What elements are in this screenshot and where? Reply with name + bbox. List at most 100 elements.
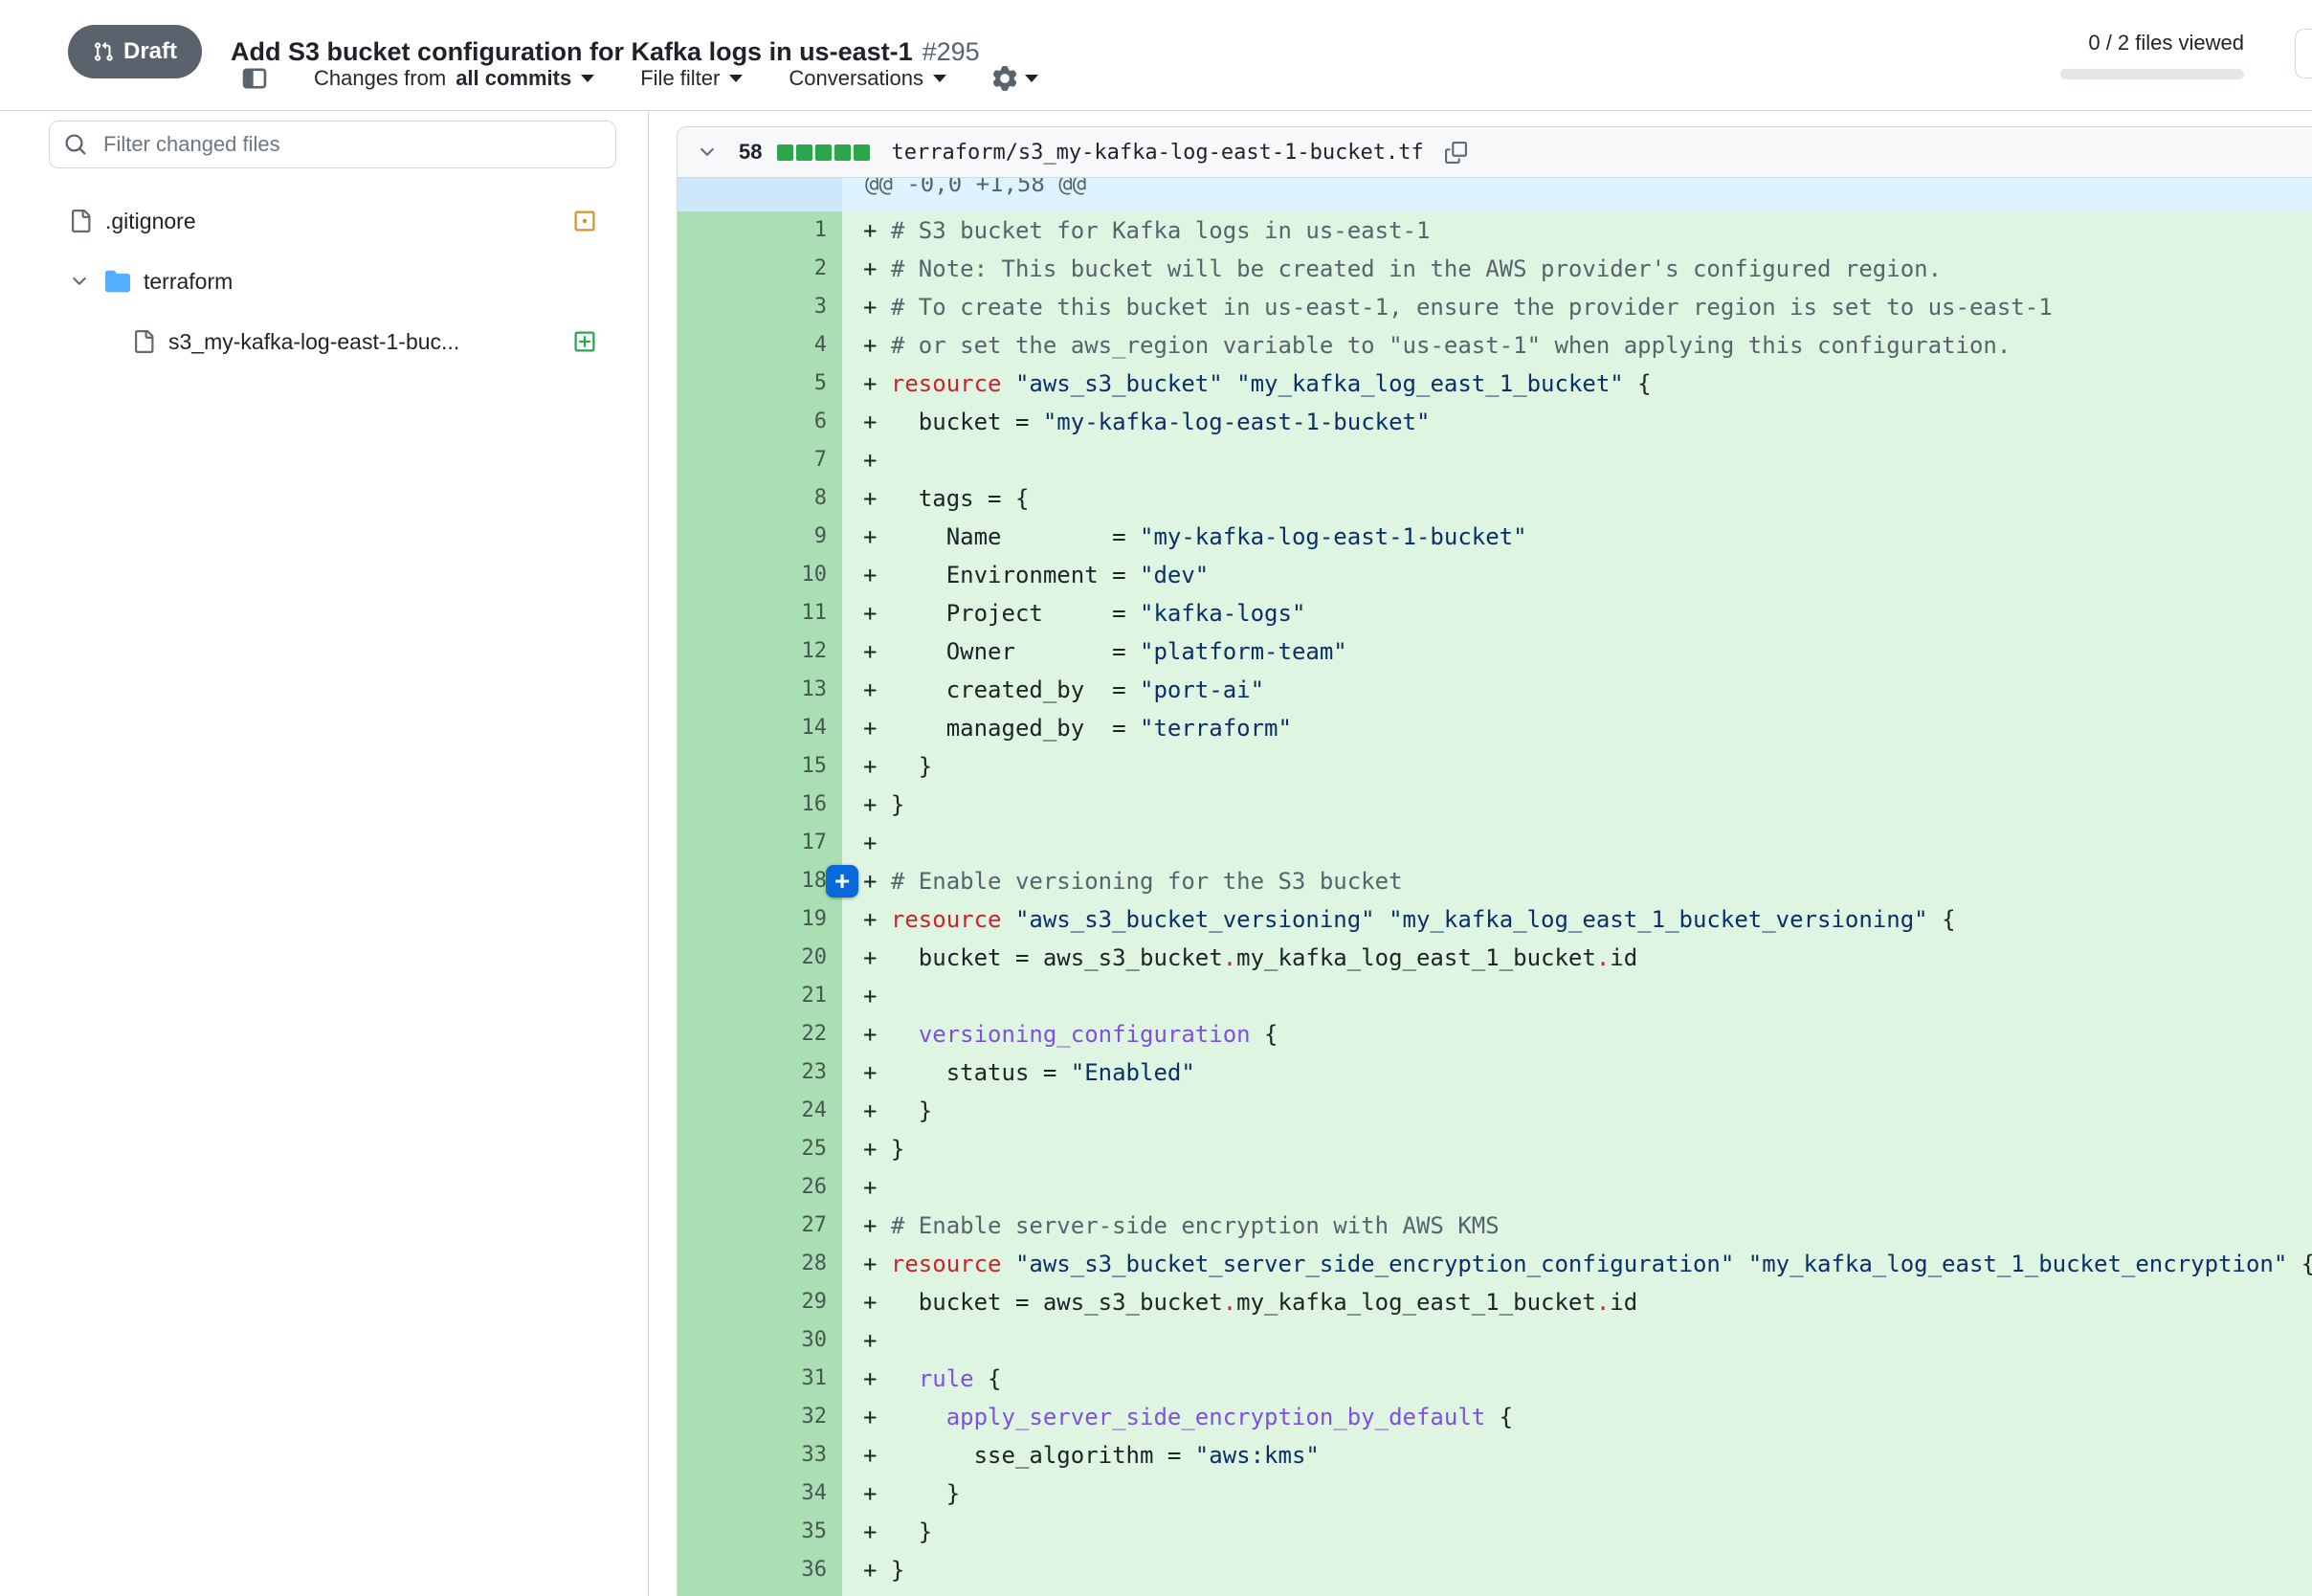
new-line-number[interactable]: 24 (760, 1092, 842, 1130)
review-button-partial[interactable]: F (2295, 29, 2312, 78)
new-line-number[interactable]: 4 (760, 326, 842, 365)
new-line-number[interactable]: 36 (760, 1551, 842, 1589)
diff-line: 10+ Environment = "dev" (678, 556, 2312, 594)
new-line-number[interactable]: 31 (760, 1360, 842, 1398)
old-line-number (678, 250, 760, 288)
code-cell: + (842, 1168, 2312, 1207)
caret-down-icon (729, 75, 743, 82)
tree-item-label: .gitignore (105, 209, 196, 234)
draft-badge-label: Draft (123, 38, 177, 65)
old-line-number (678, 1398, 760, 1436)
new-line-number[interactable]: 11 (760, 594, 842, 632)
new-line-number[interactable]: 2 (760, 250, 842, 288)
new-line-number[interactable]: 35 (760, 1513, 842, 1551)
changes-from-label: Changes from (314, 66, 446, 91)
diff-line: 6+ bucket = "my-kafka-log-east-1-bucket" (678, 403, 2312, 441)
diff-line: 11+ Project = "kafka-logs" (678, 594, 2312, 632)
diff-line: 19+ resource "aws_s3_bucket_versioning" … (678, 900, 2312, 939)
old-line-number (678, 862, 760, 900)
new-line-number[interactable]: 21 (760, 977, 842, 1015)
code-cell: + status = "Enabled" (842, 1053, 2312, 1092)
new-line-number[interactable]: 25 (760, 1130, 842, 1168)
code-cell: + # Note: This bucket will be created in… (842, 250, 2312, 288)
diff-line: 24+ } (678, 1092, 2312, 1130)
new-line-number[interactable]: 27 (760, 1207, 842, 1245)
new-line-number[interactable]: 22 (760, 1015, 842, 1053)
old-line-number (678, 1207, 760, 1245)
new-line-number[interactable]: 26 (760, 1168, 842, 1207)
diff-line: 3+ # To create this bucket in us-east-1,… (678, 288, 2312, 326)
new-line-number[interactable]: 6 (760, 403, 842, 441)
diff-overflow-row (678, 1589, 2312, 1596)
new-line-number[interactable]: 1 (760, 211, 842, 250)
new-line-number[interactable]: 20 (760, 939, 842, 977)
new-line-number[interactable]: 29 (760, 1283, 842, 1321)
code-cell: + # Enable server-side encryption with A… (842, 1207, 2312, 1245)
new-line-number[interactable]: 28 (760, 1245, 842, 1283)
code-cell: + bucket = aws_s3_bucket.my_kafka_log_ea… (842, 939, 2312, 977)
old-line-number (678, 632, 760, 671)
caret-down-icon (1025, 75, 1038, 82)
code-cell: + } (842, 1551, 2312, 1589)
file-filter-dropdown[interactable]: File filter (640, 66, 743, 91)
code-cell: + # To create this bucket in us-east-1, … (842, 288, 2312, 326)
old-line-number (678, 786, 760, 824)
tree-item-gitignore[interactable]: .gitignore (0, 194, 648, 248)
code-cell: + resource "aws_s3_bucket_server_side_en… (842, 1245, 2312, 1283)
diff-line: 18+ # Enable versioning for the S3 bucke… (678, 862, 2312, 900)
new-line-number[interactable]: 17 (760, 824, 842, 862)
new-line-number[interactable]: 10 (760, 556, 842, 594)
new-line-number[interactable]: 14 (760, 709, 842, 747)
diff-line: 20+ bucket = aws_s3_bucket.my_kafka_log_… (678, 939, 2312, 977)
changes-from-dropdown[interactable]: Changes from all commits (314, 66, 594, 91)
diff-line: 14+ managed_by = "terraform" (678, 709, 2312, 747)
code-cell: + tags = { (842, 479, 2312, 518)
old-line-number (678, 977, 760, 1015)
tree-item-terraform-folder[interactable]: terraform (0, 255, 648, 308)
code-cell: + Project = "kafka-logs" (842, 594, 2312, 632)
new-line-number[interactable]: 33 (760, 1436, 842, 1474)
new-line-number[interactable]: 32 (760, 1398, 842, 1436)
conversations-dropdown[interactable]: Conversations (789, 66, 946, 91)
code-cell: + bucket = "my-kafka-log-east-1-bucket" (842, 403, 2312, 441)
diff-added-icon (573, 330, 596, 353)
code-cell: + (842, 977, 2312, 1015)
new-line-number[interactable]: 5 (760, 365, 842, 403)
new-line-number[interactable]: 9 (760, 518, 842, 556)
hunk-gutter[interactable] (678, 178, 842, 211)
new-line-number[interactable]: 23 (760, 1053, 842, 1092)
files-viewed-counter: 0 / 2 files viewed (2088, 31, 2244, 55)
diff-line: 12+ Owner = "platform-team" (678, 632, 2312, 671)
new-line-number[interactable]: 15 (760, 747, 842, 786)
old-line-number (678, 1360, 760, 1398)
add-comment-button[interactable]: + (826, 865, 858, 898)
changed-lines-count: 58 (739, 140, 762, 165)
code-cell: + (842, 1321, 2312, 1360)
file-path-link[interactable]: terraform/s3_my-kafka-log-east-1-bucket.… (885, 140, 1429, 166)
filter-changed-files-input[interactable] (49, 121, 616, 168)
tree-item-s3-bucket-file[interactable]: s3_my-kafka-log-east-1-buc... (0, 315, 648, 368)
copy-file-path-button[interactable] (1445, 142, 1467, 164)
code-cell: + rule { (842, 1360, 2312, 1398)
collapse-sidebar-button[interactable] (241, 65, 268, 92)
code-cell: + # or set the aws_region variable to "u… (842, 326, 2312, 365)
new-line-number[interactable]: 3 (760, 288, 842, 326)
old-line-number (678, 1245, 760, 1283)
new-line-number[interactable]: 7 (760, 441, 842, 479)
new-line-number[interactable]: 8 (760, 479, 842, 518)
code-cell: + (842, 441, 2312, 479)
new-line-number[interactable]: 30 (760, 1321, 842, 1360)
old-line-number (678, 211, 760, 250)
diff-line: 13+ created_by = "port-ai" (678, 671, 2312, 709)
diff-modified-icon (573, 210, 596, 233)
new-line-number[interactable]: 13 (760, 671, 842, 709)
new-line-number[interactable]: 34 (760, 1474, 842, 1513)
new-line-number[interactable]: 12 (760, 632, 842, 671)
new-line-number[interactable]: 19 (760, 900, 842, 939)
draft-status-badge[interactable]: Draft (68, 25, 202, 78)
diff-line: 35+ } (678, 1513, 2312, 1551)
diff-settings-dropdown[interactable] (992, 66, 1038, 91)
diff-toolbar: Changes from all commits File filter Con… (241, 59, 1038, 98)
collapse-file-button[interactable] (697, 142, 718, 163)
new-line-number[interactable]: 16 (760, 786, 842, 824)
